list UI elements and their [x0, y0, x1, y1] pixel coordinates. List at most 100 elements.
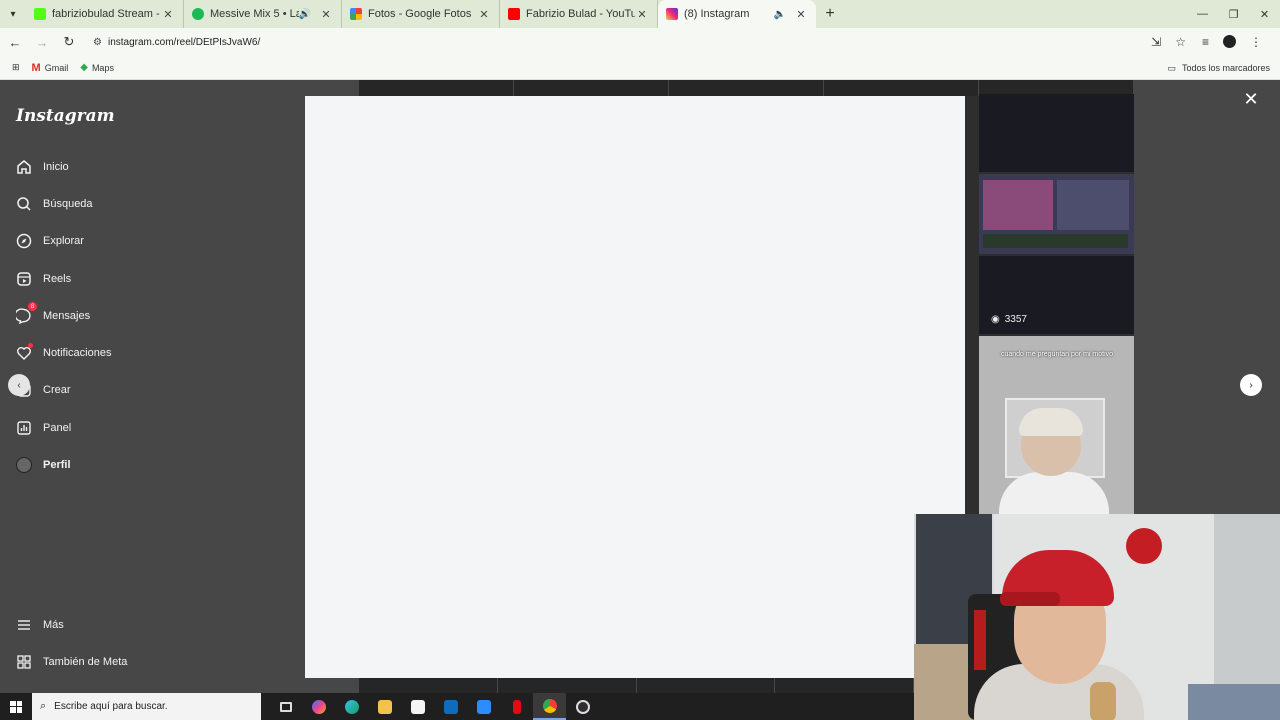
profile-avatar[interactable] — [1223, 35, 1237, 48]
speaker-muted-icon[interactable]: 🔈 — [774, 9, 786, 20]
file-explorer-icon[interactable] — [368, 693, 401, 720]
url-field[interactable]: ⚙ instagram.com/reel/DEtPIsJvaW6/ ⇲ ☆ — [87, 31, 1192, 53]
install-app-icon[interactable]: ⇲ — [1151, 35, 1161, 49]
zoom-icon[interactable] — [467, 693, 500, 720]
webcam-person — [1090, 682, 1116, 720]
chrome-icon[interactable] — [533, 693, 566, 720]
next-arrow-button[interactable]: › — [1240, 374, 1262, 396]
nav-panel[interactable]: Panel — [16, 418, 71, 438]
store-icon[interactable] — [401, 693, 434, 720]
maps-icon: ◆ — [80, 62, 88, 73]
grid-thumb[interactable] — [669, 80, 824, 96]
tab-search-button[interactable]: ▾ — [0, 0, 26, 28]
nav-label: Notificaciones — [43, 347, 112, 359]
close-modal-icon[interactable]: ✕ — [1240, 88, 1262, 110]
restore-icon[interactable]: ❐ — [1218, 0, 1249, 28]
meta-icon — [16, 654, 32, 670]
reel-modal[interactable] — [305, 96, 965, 678]
tab-youtube[interactable]: Fabrizio Bulad - YouTube ✕ — [500, 0, 658, 28]
grid-thumb[interactable] — [359, 80, 514, 96]
nav-inicio[interactable]: Inicio — [16, 157, 69, 177]
apps-icon[interactable]: ⊞ — [12, 62, 20, 73]
compass-icon — [16, 233, 32, 249]
nav-label: Crear — [43, 384, 71, 396]
instagram-logo[interactable]: Instagram — [16, 106, 115, 126]
forward-icon[interactable]: → — [30, 35, 54, 50]
tab-google-photos[interactable]: Fotos - Google Fotos ✕ — [342, 0, 500, 28]
dashboard-icon — [16, 420, 32, 436]
tab-instagram[interactable]: (8) Instagram 🔈 ✕ — [658, 0, 816, 28]
eye-icon: ◉ — [991, 314, 1000, 325]
previous-arrow-button[interactable]: ‹ — [8, 374, 30, 396]
reels-icon — [16, 271, 32, 287]
grid-thumb[interactable] — [497, 678, 637, 693]
netflix-icon[interactable] — [500, 693, 533, 720]
webcam-person — [1000, 592, 1060, 606]
minimize-icon[interactable]: — — [1187, 0, 1218, 28]
close-window-icon[interactable]: ✕ — [1249, 0, 1280, 28]
close-icon[interactable]: ✕ — [477, 8, 491, 21]
thumb-image — [999, 472, 1109, 514]
nav-busqueda[interactable]: Búsqueda — [16, 194, 93, 214]
bookmark-maps[interactable]: ◆ Maps — [80, 62, 114, 73]
edge-icon[interactable] — [335, 693, 368, 720]
close-icon[interactable]: ✕ — [319, 8, 333, 21]
outlook-icon[interactable] — [434, 693, 467, 720]
speaker-icon[interactable]: 🔊 — [299, 9, 311, 20]
taskbar-search[interactable]: ⌕ Escribe aquí para buscar. — [32, 693, 261, 720]
obs-icon[interactable] — [566, 693, 599, 720]
kick-icon — [34, 8, 46, 20]
grid-thumb[interactable] — [636, 678, 776, 693]
task-view-icon[interactable] — [269, 693, 302, 720]
grid-thumb[interactable]: ◉ 3357 — [979, 256, 1134, 334]
nav-notificaciones[interactable]: Notificaciones — [16, 343, 111, 363]
bookmark-gmail[interactable]: M Gmail — [32, 62, 69, 74]
tab-title: (8) Instagram — [684, 8, 750, 20]
messenger-icon: 8 — [16, 302, 37, 324]
nav-label: Explorar — [43, 235, 84, 247]
bookmarks-bar: ⊞ M Gmail ◆ Maps ▭ Todos los marcadores — [0, 56, 1280, 80]
media-control-icon[interactable]: ≡ — [1202, 35, 1209, 49]
nav-tambien-de-meta[interactable]: También de Meta — [16, 652, 127, 672]
nav-reels[interactable]: Reels — [16, 269, 71, 289]
search-icon: ⌕ — [40, 700, 47, 712]
windows-start-icon[interactable] — [0, 693, 32, 720]
tab-spotify[interactable]: Messive Mix 5 • La T y La M 🔊 ✕ — [184, 0, 342, 28]
google-photos-icon — [350, 8, 362, 20]
nav-label: También de Meta — [43, 656, 128, 668]
grid-thumb[interactable] — [824, 80, 979, 96]
nav-perfil[interactable]: Perfil — [16, 455, 71, 475]
close-icon[interactable]: ✕ — [794, 8, 808, 21]
close-icon[interactable]: ✕ — [161, 8, 175, 21]
nav-mas[interactable]: Más — [16, 615, 64, 635]
grid-thumb[interactable] — [359, 678, 498, 693]
grid-thumb[interactable]: cuando me preguntan por mi motivo — [979, 336, 1134, 514]
avatar — [16, 457, 32, 473]
grid-thumb[interactable] — [979, 94, 1134, 172]
grid-thumb[interactable] — [514, 80, 669, 96]
thumb-image — [983, 180, 1053, 230]
more-menu-icon[interactable]: ⋮ — [1250, 35, 1262, 49]
grid-thumb[interactable] — [775, 678, 914, 693]
instagram-icon — [666, 8, 678, 20]
back-icon[interactable]: ← — [3, 35, 27, 50]
bookmark-star-icon[interactable]: ☆ — [1175, 35, 1186, 49]
tab-kick[interactable]: fabriziobulad Stream - Watch L ✕ — [26, 0, 184, 28]
site-info-icon[interactable]: ⚙ — [93, 37, 102, 48]
nav-explorar[interactable]: Explorar — [16, 231, 84, 251]
thumb-caption: cuando me preguntan por mi motivo — [1000, 351, 1114, 358]
all-bookmarks[interactable]: ▭ Todos los marcadores — [1167, 56, 1270, 80]
search-icon — [16, 196, 32, 212]
grid-thumb[interactable] — [979, 174, 1134, 254]
url-text[interactable]: instagram.com/reel/DEtPIsJvaW6/ — [108, 37, 260, 48]
reload-icon[interactable]: ↻ — [57, 34, 81, 50]
tab-title: Messive Mix 5 • La T y La M — [210, 8, 299, 20]
folder-icon: ▭ — [1167, 62, 1176, 73]
close-icon[interactable]: ✕ — [635, 8, 649, 21]
new-tab-button[interactable]: + — [816, 5, 844, 23]
nav-mensajes[interactable]: 8 Mensajes — [16, 302, 90, 326]
gmail-icon: M — [31, 61, 41, 74]
all-bookmarks-label: Todos los marcadores — [1181, 63, 1270, 73]
grid-row-bottom — [359, 678, 914, 693]
copilot-icon[interactable] — [302, 693, 335, 720]
